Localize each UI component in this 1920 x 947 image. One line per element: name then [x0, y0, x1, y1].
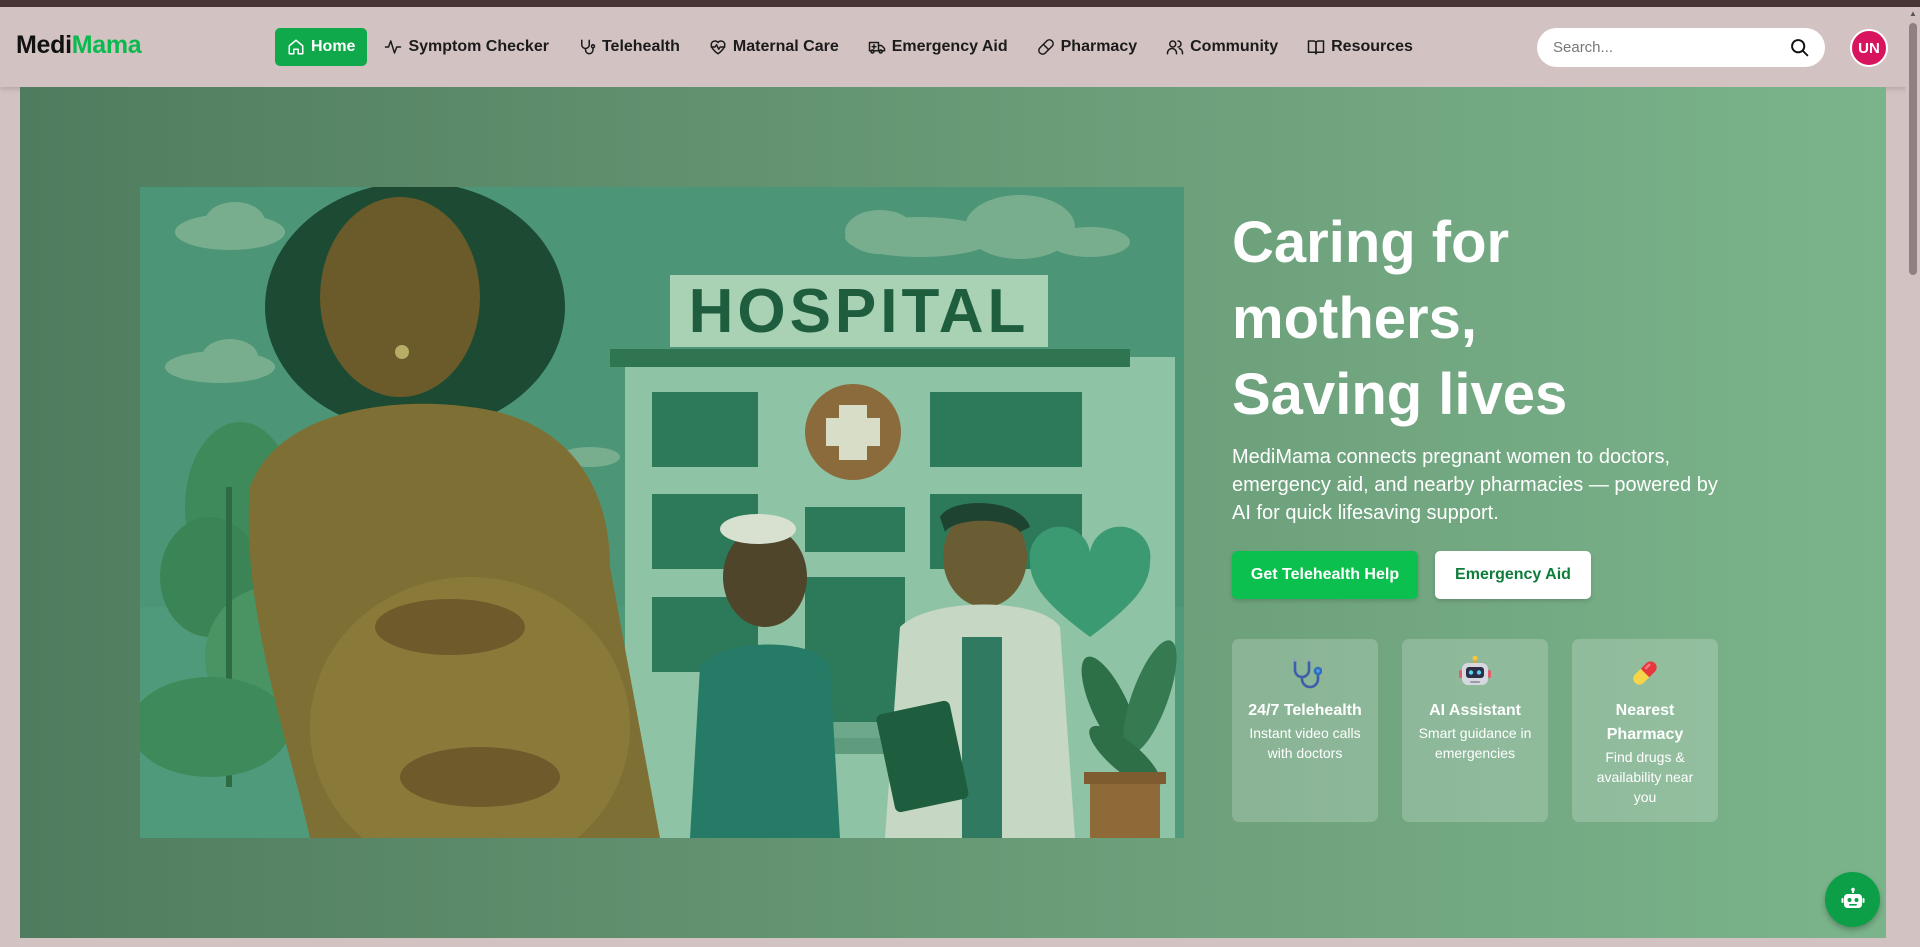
main-nav: Home Symptom Checker Telehealth Maternal…: [275, 28, 1430, 66]
search-icon[interactable]: [1789, 37, 1810, 58]
feature-description: Find drugs & availability near you: [1596, 749, 1694, 805]
feature-description: Instant video calls with doctors: [1249, 725, 1361, 761]
nav-item-maternal-care[interactable]: Maternal Care: [697, 28, 851, 66]
get-telehealth-help-button[interactable]: Get Telehealth Help: [1232, 551, 1418, 599]
book-open-icon: [1307, 40, 1325, 55]
scrollbar-thumb[interactable]: [1909, 23, 1917, 275]
users-icon: [1166, 40, 1184, 55]
hero-title-line: Caring for: [1232, 210, 1510, 275]
hero-description: MediMama connects pregnant women to doct…: [1232, 446, 1718, 524]
robot-icon: [1841, 887, 1864, 908]
nav-item-community[interactable]: Community: [1154, 28, 1290, 66]
ambulance-icon: [868, 41, 885, 54]
hospital-sign-text: HOSPITAL: [689, 277, 1030, 346]
nav-item-label: Home: [311, 38, 356, 55]
hero-illustration: HOSPITAL: [140, 187, 1184, 838]
nav-item-telehealth[interactable]: Telehealth: [566, 28, 692, 66]
nav-item-label: Pharmacy: [1060, 38, 1138, 55]
stethoscope-icon: [1293, 658, 1322, 689]
nav-item-resources[interactable]: Resources: [1295, 28, 1425, 66]
nav-item-label: Maternal Care: [732, 38, 839, 55]
hospital-illustration: HOSPITAL: [140, 187, 1184, 838]
feature-card-telehealth[interactable]: 24/7 Telehealth Instant video calls with…: [1232, 639, 1378, 822]
feature-description: Smart guidance in emergencies: [1418, 725, 1532, 761]
nav-item-label: Symptom Checker: [408, 38, 549, 55]
brand-logo[interactable]: MediMama: [16, 31, 142, 60]
home-icon: [288, 39, 304, 55]
hero-title-line: Saving lives: [1232, 362, 1568, 427]
feature-title: 24/7 Telehealth: [1248, 702, 1362, 719]
feature-title: Nearest Pharmacy: [1606, 702, 1684, 743]
robot-icon: [1459, 656, 1491, 685]
brand-name-part2: Mama: [71, 31, 142, 59]
hero-title-line: mothers,: [1232, 286, 1477, 351]
navbar: MediMama Home Symptom Checker Telehealth…: [0, 7, 1906, 87]
nav-item-label: Telehealth: [601, 38, 680, 55]
search-box: [1537, 28, 1825, 67]
nav-item-pharmacy[interactable]: Pharmacy: [1025, 28, 1150, 66]
nav-item-label: Community: [1190, 38, 1279, 55]
pill-icon: [1633, 661, 1657, 685]
feature-card-ai-assistant[interactable]: AI Assistant Smart guidance in emergenci…: [1402, 639, 1548, 822]
pill-icon: [1037, 39, 1054, 55]
emergency-aid-button[interactable]: Emergency Aid: [1435, 551, 1591, 599]
window-top-strip: [0, 0, 1920, 7]
nav-item-emergency-aid[interactable]: Emergency Aid: [856, 28, 1020, 66]
scroll-up-arrow-icon[interactable]: ▲: [1909, 10, 1917, 18]
feature-title: AI Assistant: [1429, 702, 1521, 719]
feature-card-nearest-pharmacy[interactable]: Nearest Pharmacy Find drugs & availabili…: [1572, 639, 1718, 822]
nav-item-label: Resources: [1331, 38, 1413, 55]
user-avatar[interactable]: UN: [1850, 29, 1888, 67]
nav-item-symptom-checker[interactable]: Symptom Checker: [372, 28, 561, 66]
chatbot-button[interactable]: [1825, 872, 1880, 927]
hero-title: Caring for mothers, Saving lives: [1232, 205, 1567, 433]
brand-name-part1: Medi: [16, 31, 72, 59]
activity-icon: [385, 40, 402, 54]
nav-item-home[interactable]: Home: [275, 28, 368, 66]
nav-item-label: Emergency Aid: [891, 38, 1008, 55]
heart-pulse-icon: [710, 40, 726, 55]
search-input[interactable]: [1553, 39, 1773, 56]
stethoscope-icon: [580, 39, 596, 55]
